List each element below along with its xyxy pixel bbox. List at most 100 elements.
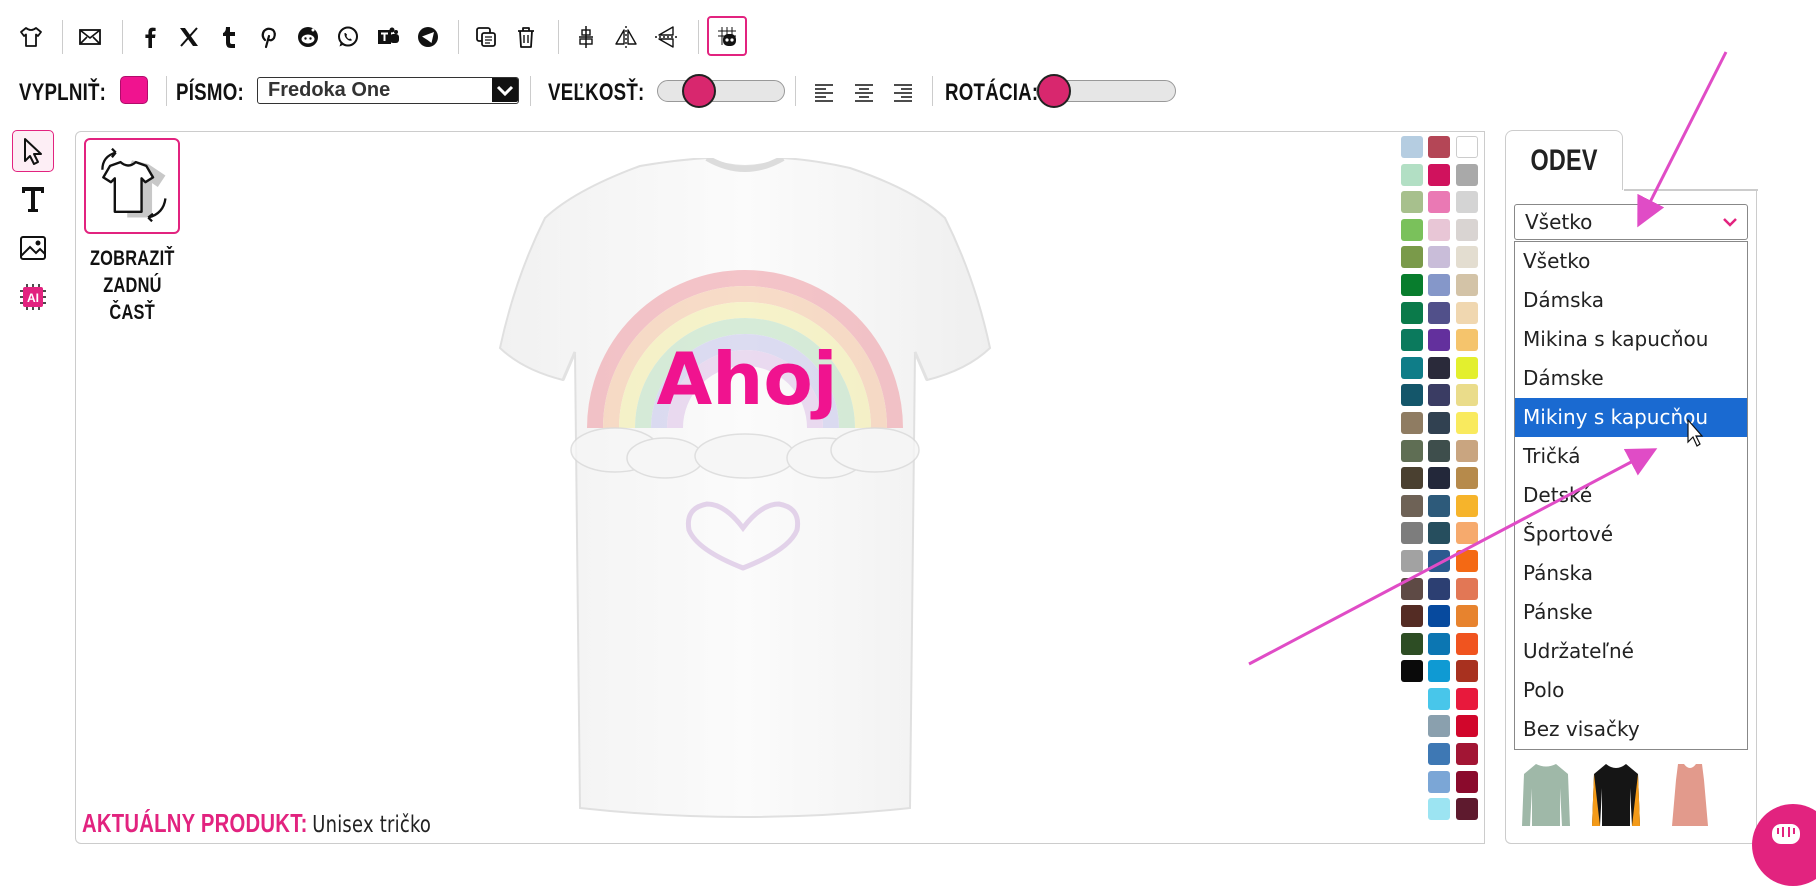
color-swatch[interactable] [1428,163,1450,186]
product-thumbnail-sweatshirt[interactable] [1520,760,1572,830]
color-swatch[interactable] [1428,577,1450,600]
color-swatch[interactable] [1401,329,1423,352]
color-swatch[interactable] [1401,163,1423,186]
color-swatch[interactable] [1428,494,1450,517]
color-swatch[interactable] [1456,301,1478,324]
color-swatch[interactable] [1401,411,1423,434]
shirt-icon[interactable] [16,22,46,52]
color-swatch[interactable] [1456,356,1478,379]
color-swatch[interactable] [1401,356,1423,379]
color-swatch[interactable] [1428,301,1450,324]
color-swatch[interactable] [1456,163,1478,186]
color-swatch[interactable] [1401,605,1423,628]
category-option[interactable]: Udržateľné [1515,632,1747,671]
show-back-button[interactable] [84,138,180,234]
color-swatch[interactable] [1456,798,1478,821]
color-swatch[interactable] [1456,411,1478,434]
reddit-icon[interactable] [293,22,323,52]
color-swatch[interactable] [1428,273,1450,296]
color-swatch[interactable] [1428,549,1450,572]
color-swatch[interactable] [1401,549,1423,572]
color-swatch[interactable] [1428,770,1450,793]
color-swatch[interactable] [1456,549,1478,572]
color-swatch[interactable] [1456,136,1478,158]
flip-vertical-icon[interactable] [651,22,681,52]
category-option[interactable]: Tričká [1515,437,1747,476]
category-option[interactable]: Pánska [1515,554,1747,593]
category-option[interactable]: Bez visačky [1515,710,1747,749]
color-swatch[interactable] [1401,273,1423,296]
color-swatch[interactable] [1456,632,1478,655]
category-option[interactable]: Pánske [1515,593,1747,632]
color-swatch[interactable] [1428,687,1450,710]
color-swatch[interactable] [1401,136,1423,158]
align-center-icon[interactable] [571,22,601,52]
chat-button[interactable] [1752,804,1816,886]
color-swatch[interactable] [1456,522,1478,545]
category-option[interactable]: Mikina s kapucňou [1515,320,1747,359]
rotation-slider-knob[interactable] [1037,74,1071,108]
color-swatch[interactable] [1456,467,1478,490]
color-swatch[interactable] [1456,329,1478,352]
color-swatch[interactable] [1428,356,1450,379]
category-option[interactable]: Dámske [1515,359,1747,398]
email-icon[interactable] [75,22,105,52]
size-slider-knob[interactable] [681,74,716,108]
color-swatch[interactable] [1428,467,1450,490]
x-icon[interactable] [174,22,204,52]
color-swatch[interactable] [1456,246,1478,269]
category-select[interactable]: Všetko [1514,204,1748,240]
color-swatch[interactable] [1428,218,1450,241]
color-swatch[interactable] [1401,467,1423,490]
tab-clothing[interactable]: ODEV [1505,130,1623,190]
color-swatch[interactable] [1428,632,1450,655]
align-left-icon[interactable] [812,80,836,104]
color-swatch[interactable] [1456,273,1478,296]
flip-horizontal-icon[interactable] [611,22,641,52]
color-swatch[interactable] [1428,522,1450,545]
telegram-icon[interactable] [413,22,443,52]
tumblr-icon[interactable] [214,22,244,52]
color-swatch[interactable] [1456,605,1478,628]
color-swatch[interactable] [1456,687,1478,710]
font-select[interactable]: Fredoka One [257,77,519,104]
color-swatch[interactable] [1428,715,1450,738]
category-option[interactable]: Všetko [1515,242,1747,281]
color-swatch[interactable] [1401,218,1423,241]
text-tool-icon[interactable] [12,178,54,220]
color-swatch[interactable] [1456,715,1478,738]
size-slider[interactable] [657,74,785,108]
color-swatch[interactable] [1428,191,1450,214]
teams-icon[interactable] [373,22,403,52]
category-option[interactable]: Polo [1515,671,1747,710]
color-swatch[interactable] [1428,411,1450,434]
color-swatch[interactable] [1428,246,1450,269]
rotation-slider[interactable] [1036,74,1176,108]
color-swatch[interactable] [1456,439,1478,462]
color-swatch[interactable] [1456,770,1478,793]
category-option[interactable]: Mikiny s kapucňou [1515,398,1747,437]
align-center-text-icon[interactable] [852,80,876,104]
color-swatch[interactable] [1456,494,1478,517]
color-swatch[interactable] [1456,384,1478,407]
color-swatch[interactable] [1456,218,1478,241]
fill-color-swatch[interactable] [120,76,148,104]
color-swatch[interactable] [1401,439,1423,462]
ai-tool-icon[interactable]: AI [12,276,54,318]
whatsapp-icon[interactable] [333,22,363,52]
category-option[interactable]: Dámska [1515,281,1747,320]
color-swatch[interactable] [1401,191,1423,214]
color-swatch[interactable] [1401,301,1423,324]
color-swatch[interactable] [1428,660,1450,683]
align-right-icon[interactable] [891,80,915,104]
duplicate-icon[interactable] [471,22,501,52]
color-swatch[interactable] [1428,329,1450,352]
color-swatch[interactable] [1428,384,1450,407]
color-swatch[interactable] [1428,439,1450,462]
color-swatch[interactable] [1401,660,1423,683]
color-swatch[interactable] [1456,191,1478,214]
select-tool-icon[interactable] [12,130,54,172]
color-swatch[interactable] [1428,136,1450,158]
trash-icon[interactable] [511,22,541,52]
product-thumbnail-tank[interactable] [1664,760,1716,830]
